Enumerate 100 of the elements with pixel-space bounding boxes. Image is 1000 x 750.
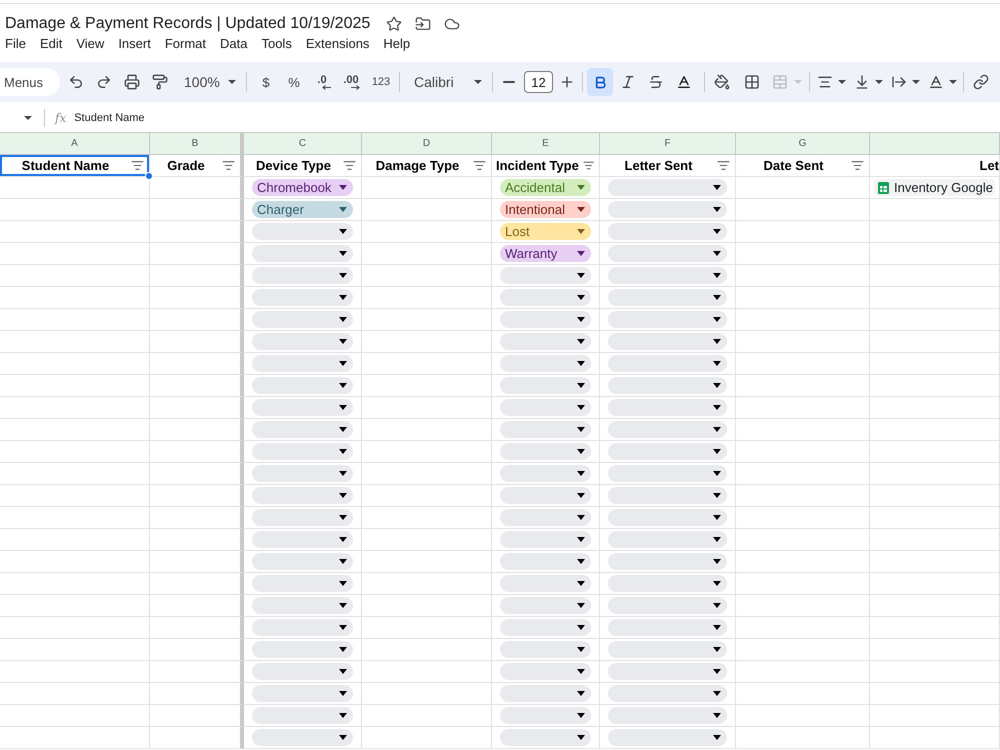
table-cell[interactable] xyxy=(0,199,150,221)
dropdown-chip[interactable] xyxy=(252,729,353,746)
dropdown-chip[interactable] xyxy=(608,465,727,482)
table-cell[interactable] xyxy=(870,265,1000,287)
table-cell[interactable] xyxy=(492,287,600,309)
dropdown-chip[interactable] xyxy=(252,685,353,702)
dropdown-chip[interactable] xyxy=(252,421,353,438)
table-cell[interactable] xyxy=(362,705,492,727)
table-cell[interactable] xyxy=(492,419,600,441)
table-cell[interactable] xyxy=(362,617,492,639)
table-cell[interactable] xyxy=(362,529,492,551)
table-cell[interactable] xyxy=(244,705,362,727)
table-cell[interactable] xyxy=(492,397,600,419)
dropdown-chip[interactable] xyxy=(252,553,353,570)
table-cell[interactable] xyxy=(362,353,492,375)
dropdown-chip[interactable] xyxy=(252,465,353,482)
table-cell[interactable] xyxy=(600,199,736,221)
table-cell[interactable] xyxy=(492,551,600,573)
table-cell[interactable] xyxy=(492,375,600,397)
table-cell[interactable] xyxy=(600,683,736,705)
table-cell[interactable] xyxy=(244,683,362,705)
table-cell[interactable] xyxy=(736,221,870,243)
table-cell[interactable] xyxy=(244,485,362,507)
table-cell[interactable] xyxy=(870,331,1000,353)
table-cell[interactable] xyxy=(600,639,736,661)
table-cell[interactable] xyxy=(492,529,600,551)
table-cell[interactable] xyxy=(736,463,870,485)
table-cell[interactable] xyxy=(150,375,244,397)
table-cell[interactable] xyxy=(362,331,492,353)
dropdown-chip[interactable] xyxy=(608,333,727,350)
table-cell[interactable] xyxy=(244,375,362,397)
dropdown-chip[interactable] xyxy=(500,641,591,658)
dropdown-chip[interactable] xyxy=(252,487,353,504)
table-cell[interactable] xyxy=(492,353,600,375)
dropdown-chip[interactable] xyxy=(500,663,591,680)
table-cell[interactable] xyxy=(736,727,870,749)
table-cell[interactable] xyxy=(600,463,736,485)
table-cell[interactable]: Charger xyxy=(244,199,362,221)
dropdown-chip[interactable] xyxy=(608,575,727,592)
table-cell[interactable] xyxy=(600,177,736,199)
table-cell[interactable] xyxy=(870,595,1000,617)
table-cell[interactable] xyxy=(0,287,150,309)
currency-button[interactable]: $ xyxy=(252,68,280,96)
column-header[interactable]: F xyxy=(600,133,736,155)
table-cell[interactable] xyxy=(362,265,492,287)
table-cell[interactable] xyxy=(492,727,600,749)
table-cell[interactable] xyxy=(492,485,600,507)
table-cell[interactable] xyxy=(0,331,150,353)
menu-item[interactable]: Help xyxy=(383,36,410,52)
table-cell[interactable] xyxy=(492,595,600,617)
table-cell[interactable] xyxy=(736,573,870,595)
table-cell[interactable] xyxy=(362,507,492,529)
star-icon[interactable] xyxy=(386,16,402,32)
dropdown-chip[interactable] xyxy=(500,267,591,284)
header-cell[interactable]: Date Sent xyxy=(736,155,870,177)
table-cell[interactable] xyxy=(150,265,244,287)
dropdown-chip[interactable] xyxy=(252,509,353,526)
font-size-field[interactable]: 12 xyxy=(524,71,553,93)
table-cell[interactable] xyxy=(870,243,1000,265)
table-cell[interactable] xyxy=(870,441,1000,463)
dropdown-chip[interactable] xyxy=(252,267,353,284)
formula-field[interactable]: Student Name xyxy=(74,106,1000,130)
folder-icon[interactable] xyxy=(415,16,432,32)
dropdown-chip[interactable] xyxy=(252,641,353,658)
table-cell[interactable] xyxy=(0,661,150,683)
dropdown-chip[interactable] xyxy=(500,355,591,372)
dropdown-chip[interactable] xyxy=(608,223,727,240)
table-cell[interactable] xyxy=(492,573,600,595)
table-cell[interactable] xyxy=(736,199,870,221)
dropdown-chip[interactable] xyxy=(608,179,727,196)
table-cell[interactable] xyxy=(600,573,736,595)
table-cell[interactable] xyxy=(150,331,244,353)
header-cell[interactable]: Let xyxy=(870,155,1000,177)
column-header[interactable]: C xyxy=(244,133,362,155)
table-cell[interactable] xyxy=(362,727,492,749)
dropdown-chip[interactable] xyxy=(500,685,591,702)
table-cell[interactable] xyxy=(244,419,362,441)
table-cell[interactable] xyxy=(150,441,244,463)
table-cell[interactable] xyxy=(150,353,244,375)
table-cell[interactable] xyxy=(0,375,150,397)
table-cell[interactable] xyxy=(870,617,1000,639)
table-cell[interactable] xyxy=(0,727,150,749)
table-cell[interactable] xyxy=(600,221,736,243)
table-cell[interactable] xyxy=(0,529,150,551)
header-cell[interactable]: Damage Type xyxy=(362,155,492,177)
header-cell[interactable]: Letter Sent xyxy=(600,155,736,177)
table-cell[interactable] xyxy=(150,551,244,573)
table-cell[interactable] xyxy=(362,309,492,331)
dropdown-chip[interactable] xyxy=(608,289,727,306)
table-cell[interactable] xyxy=(600,727,736,749)
dropdown-chip[interactable] xyxy=(608,399,727,416)
table-cell[interactable] xyxy=(150,243,244,265)
menu-item[interactable]: Extensions xyxy=(306,36,370,52)
table-cell[interactable] xyxy=(600,705,736,727)
table-cell[interactable] xyxy=(362,551,492,573)
table-cell[interactable] xyxy=(244,507,362,529)
dropdown-chip[interactable] xyxy=(500,619,591,636)
table-cell[interactable] xyxy=(362,221,492,243)
header-cell[interactable]: Grade xyxy=(150,155,244,177)
filter-icon[interactable] xyxy=(342,159,356,172)
